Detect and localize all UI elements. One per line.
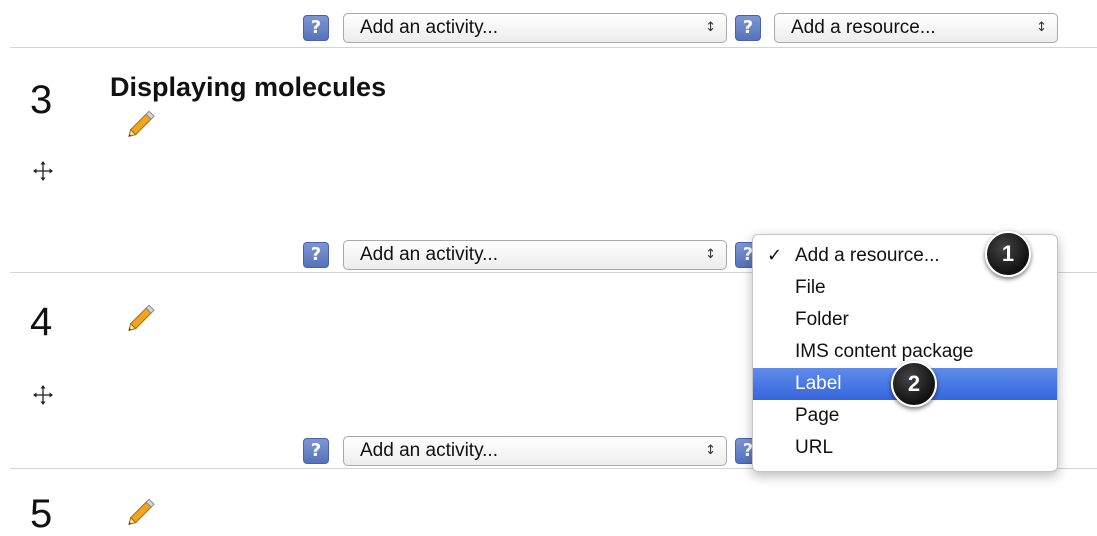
help-icon[interactable]: ? — [303, 242, 329, 268]
menu-item-url[interactable]: URL — [753, 432, 1057, 464]
pencil-icon[interactable] — [122, 104, 162, 144]
help-icon[interactable]: ? — [735, 15, 761, 41]
menu-item-label: Label — [795, 373, 842, 394]
help-icon[interactable]: ? — [303, 438, 329, 464]
add-resource-select[interactable]: Add a resource... ↕ — [774, 13, 1058, 43]
callout-marker-2: 2 — [891, 361, 937, 407]
move-icon[interactable] — [32, 384, 54, 406]
menu-item-label: IMS content package — [795, 341, 974, 362]
menu-item-label: Add a resource... — [795, 245, 940, 266]
add-activity-select[interactable]: Add an activity... ↕ — [343, 240, 727, 270]
checkmark-icon: ✓ — [767, 245, 783, 266]
add-activity-select[interactable]: Add an activity... ↕ — [343, 436, 727, 466]
section-title: Displaying molecules — [110, 72, 387, 102]
menu-item-file[interactable]: File — [753, 272, 1057, 304]
select-arrows-icon: ↕ — [1036, 20, 1047, 35]
menu-item-label: Page — [795, 405, 840, 426]
menu-item-folder[interactable]: Folder — [753, 304, 1057, 336]
add-resource-label: Add a resource... — [791, 17, 936, 38]
help-icon[interactable]: ? — [303, 15, 329, 41]
menu-item-label: Folder — [795, 309, 849, 330]
menu-item-label: File — [795, 277, 826, 298]
pencil-icon[interactable] — [122, 298, 162, 338]
callout-marker-1: 1 — [985, 231, 1031, 277]
section-number: 3 — [30, 78, 53, 122]
select-arrows-icon: ↕ — [705, 443, 716, 458]
select-arrows-icon: ↕ — [705, 247, 716, 262]
add-activity-select[interactable]: Add an activity... ↕ — [343, 13, 727, 43]
section-number: 5 — [30, 492, 53, 536]
add-activity-label: Add an activity... — [360, 440, 498, 461]
section-number: 4 — [30, 300, 53, 344]
move-icon[interactable] — [32, 160, 54, 182]
add-activity-label: Add an activity... — [360, 244, 498, 265]
section-divider — [10, 47, 1097, 48]
pencil-icon[interactable] — [122, 492, 162, 532]
menu-item-label: URL — [795, 437, 834, 458]
select-arrows-icon: ↕ — [705, 20, 716, 35]
add-activity-label: Add an activity... — [360, 17, 498, 38]
